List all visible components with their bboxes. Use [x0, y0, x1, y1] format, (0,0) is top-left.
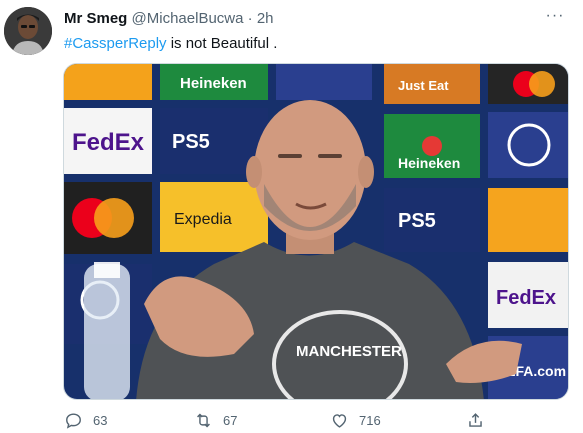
expedia-logo: Expedia [174, 211, 232, 228]
just-eat-logo: Just Eat [398, 78, 449, 93]
more-options-icon[interactable]: ··· [541, 6, 569, 26]
tweet-actions: 63 67 716 [60, 411, 500, 433]
share-button[interactable] [466, 411, 485, 430]
heart-icon [332, 414, 347, 428]
retweet-button[interactable]: 67 [194, 411, 237, 430]
avatar-image [4, 7, 52, 55]
reply-button[interactable]: 63 [64, 411, 107, 430]
display-name[interactable]: Mr Smeg [64, 10, 127, 27]
shirt-text: MANCHESTER [296, 343, 402, 360]
water-bottle [84, 262, 130, 399]
tweet-body: is not Beautiful . [166, 35, 278, 52]
hashtag-link[interactable]: #CassperReply [64, 35, 167, 52]
fedex-logo-2: FedEx [496, 287, 556, 309]
reply-icon [66, 413, 81, 429]
heineken-logo: Heineken [180, 75, 247, 92]
ps5-logo-2: PS5 [398, 210, 436, 232]
like-button[interactable]: 716 [330, 411, 381, 430]
tweet-text: #CassperReply is not Beautiful . [64, 34, 277, 54]
tweet-media[interactable]: Heineken FedEx PS5 Expedia Just Eat Hein… [63, 63, 569, 400]
tweet-header: Mr Smeg @MichaelBucwa · 2h [64, 10, 274, 28]
fedex-logo: FedEx [72, 129, 145, 156]
separator-dot: · [247, 10, 253, 27]
user-handle[interactable]: @MichaelBucwa [132, 10, 244, 27]
heineken-logo-2: Heineken [398, 155, 460, 171]
reply-count: 63 [93, 413, 108, 428]
retweet-icon [197, 413, 210, 428]
press-conference-photo: Heineken FedEx PS5 Expedia Just Eat Hein… [64, 64, 568, 399]
retweet-count: 67 [223, 413, 238, 428]
avatar[interactable] [4, 7, 52, 55]
ps5-logo: PS5 [172, 131, 210, 153]
timestamp[interactable]: 2h [257, 10, 274, 27]
share-icon [469, 413, 482, 427]
like-count: 716 [359, 413, 381, 428]
